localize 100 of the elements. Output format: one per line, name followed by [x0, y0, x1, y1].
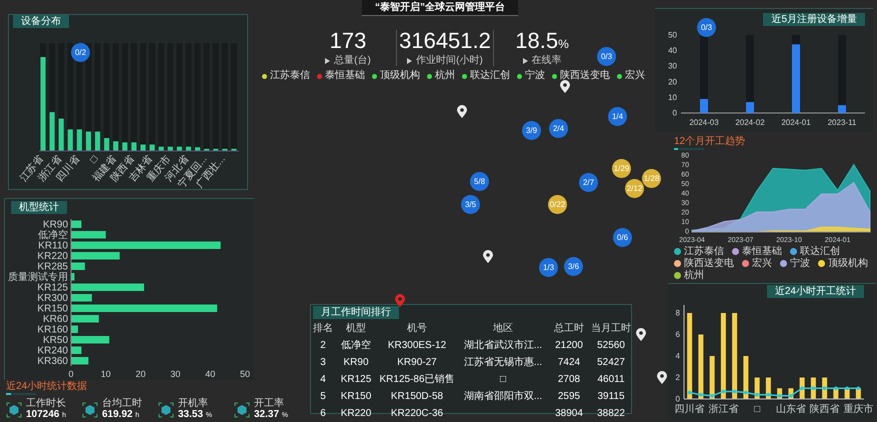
table-cell-text: 5: [319, 390, 327, 404]
panel-title: 近5月注册设备增量: [763, 13, 865, 26]
cluster-marker: 5/8: [470, 172, 489, 191]
table-cell-text: 3: [319, 356, 327, 370]
column-header: 排名: [312, 322, 334, 336]
cluster-marker: 0/6: [613, 228, 632, 247]
stat-label: 开工率: [254, 398, 285, 409]
page-title: “泰智开启”全球云网管理平台: [362, 0, 518, 16]
legend-label: 江苏泰信: [684, 246, 724, 257]
legend-label: 顶级机构: [380, 71, 420, 81]
table-cell-text: KR90-27: [396, 356, 438, 370]
cluster-marker: 0/3: [697, 18, 716, 37]
table-cell-text: 2595: [556, 390, 582, 404]
table-cell-text: 21200: [554, 339, 584, 353]
panel-title: 设备分布: [13, 15, 69, 28]
axis-label: 质量测试专用: [8, 272, 68, 283]
table-cell-text: 湖北省武汉市江...: [462, 338, 544, 353]
cluster-marker: 2/12: [625, 179, 644, 198]
axis-label: 山东省: [776, 404, 806, 415]
cluster-marker: 3/9: [522, 121, 541, 140]
legend-label: 泰恒基础: [742, 246, 782, 257]
table-cell-text: KR300ES-12: [386, 339, 448, 353]
axis-label: 重庆市: [843, 404, 874, 415]
legend-label: 泰恒基础: [325, 71, 365, 81]
tick-label: 0: [68, 369, 74, 379]
panel-title: 月工作时间排行: [313, 306, 399, 319]
table-cell-text: 2708: [556, 373, 582, 387]
tick-label: 50: [240, 369, 250, 379]
panel-title: 机型统计: [11, 201, 67, 214]
legend-label: 江苏泰信: [270, 71, 310, 81]
tick-label: 8: [676, 308, 680, 318]
table-cell-text: KR125: [340, 373, 372, 387]
cluster-marker: 1/3: [539, 258, 558, 277]
axis-label: KR50: [42, 335, 68, 346]
stat-label: 开机率: [178, 398, 209, 409]
cluster-marker: 1/28: [642, 169, 661, 188]
tick-label: 0: [672, 108, 677, 118]
tick-label: 30: [668, 62, 677, 71]
legend-label: 陕西送变电: [560, 71, 610, 81]
column-header: 机号: [406, 322, 428, 336]
legend-label: 联达汇创: [470, 71, 510, 81]
legend-label: 宁波: [525, 71, 545, 81]
cluster-marker: 2/7: [579, 173, 598, 192]
table-cell-text: 7424: [556, 356, 582, 370]
axis-label: KR300: [37, 293, 68, 304]
cluster-marker: 2/4: [549, 119, 568, 138]
stat-value: 316451.2: [399, 30, 491, 52]
stat-label: 工作时长: [26, 398, 66, 409]
cluster-marker: 1/4: [608, 107, 627, 126]
table-cell-text: KR150D-58: [390, 390, 444, 404]
axis-label: KR60: [42, 314, 68, 325]
table-cell-text: KR220: [340, 407, 372, 421]
table-cell-text: 38822: [596, 407, 626, 421]
axis-label: KR360: [37, 356, 68, 367]
axis-label: □: [88, 154, 100, 166]
tick-label: 50: [668, 30, 677, 40]
legend-label: 联达汇创: [800, 246, 840, 257]
table-cell-text: 江苏省无锡市惠...: [462, 356, 544, 370]
tick-label: 0: [676, 394, 680, 404]
cluster-marker: 3/6: [564, 257, 583, 276]
tick-label: 40: [205, 369, 216, 379]
section-title: 12个月开工趋势: [674, 136, 746, 147]
axis-label: KR285: [37, 262, 68, 272]
axis-label: KR125: [37, 282, 68, 294]
table-cell-text: 4: [319, 373, 327, 387]
axis-label: KR150: [37, 304, 68, 314]
table-cell-text: 39115: [596, 390, 626, 404]
section-title: 近24小时统计数据: [6, 381, 88, 392]
tick-label: 2: [676, 373, 680, 382]
table-cell-text: KR220C-36: [390, 407, 444, 421]
tick-label: 6: [676, 330, 680, 339]
axis-label: 2024-02: [735, 118, 765, 127]
stat-label: 总量(台): [334, 56, 371, 66]
stat-label: 在线率: [532, 56, 562, 66]
axis-label: 浙江省: [708, 404, 738, 415]
tick-label: 20: [136, 369, 146, 379]
axis-label: KR240: [37, 346, 68, 356]
tick-label: 10: [668, 92, 677, 102]
axis-label: KR220: [37, 251, 68, 262]
axis-label: 2024-03: [689, 118, 719, 127]
tick-label: 30: [170, 369, 180, 379]
legend-label: 陕西送变电: [684, 258, 734, 269]
table-cell-text: KR90: [342, 356, 370, 370]
tick-label: 4: [676, 352, 680, 360]
table-cell-text: □: [498, 373, 508, 387]
legend-label: 顶级机构: [828, 258, 868, 269]
table-cell-text: KR150: [340, 390, 372, 404]
table-cell-text: 2: [319, 339, 327, 353]
axis-label: 陕西省: [810, 404, 840, 415]
stat-label: 作业时间(小时): [416, 56, 483, 66]
stat-label: 台均工时: [102, 398, 142, 409]
column-header: 地区: [492, 322, 514, 336]
axis-label: □: [754, 404, 760, 415]
column-header: 总工时: [553, 322, 585, 336]
cluster-marker: 0/3: [597, 47, 616, 66]
axis-label: KR110: [38, 240, 68, 252]
axis-label: 2024-01: [781, 118, 811, 127]
cluster-marker: 1/29: [612, 159, 631, 178]
table-cell-text: 6: [319, 407, 327, 421]
tick-label: 20: [668, 77, 677, 86]
